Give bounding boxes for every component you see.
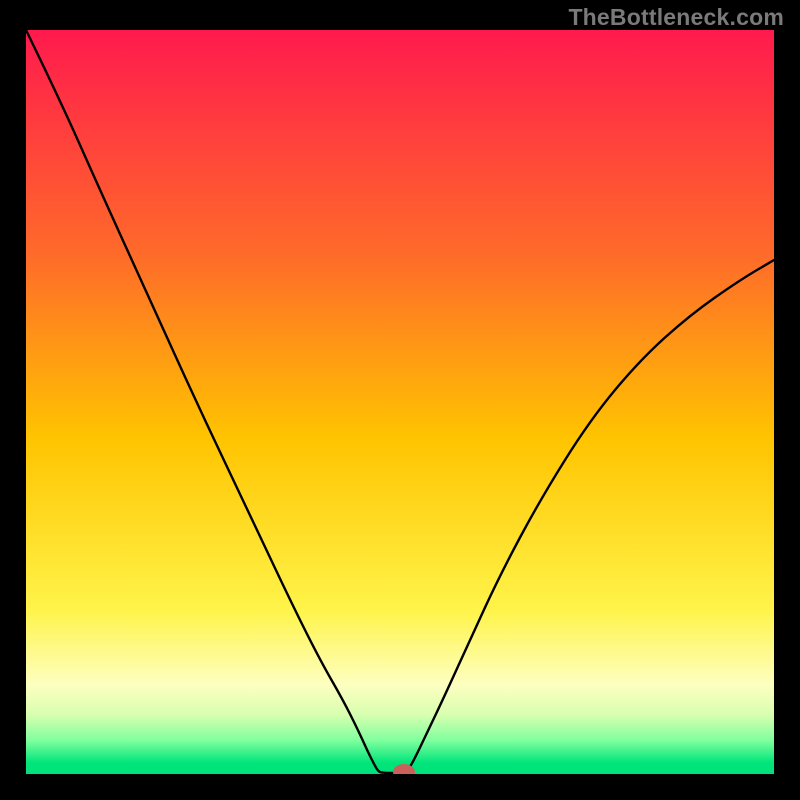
chart-svg [0,0,800,800]
optimum-marker [393,764,415,780]
chart-frame: TheBottleneck.com [0,0,800,800]
gradient-background [26,30,774,774]
watermark-text: TheBottleneck.com [568,4,784,31]
